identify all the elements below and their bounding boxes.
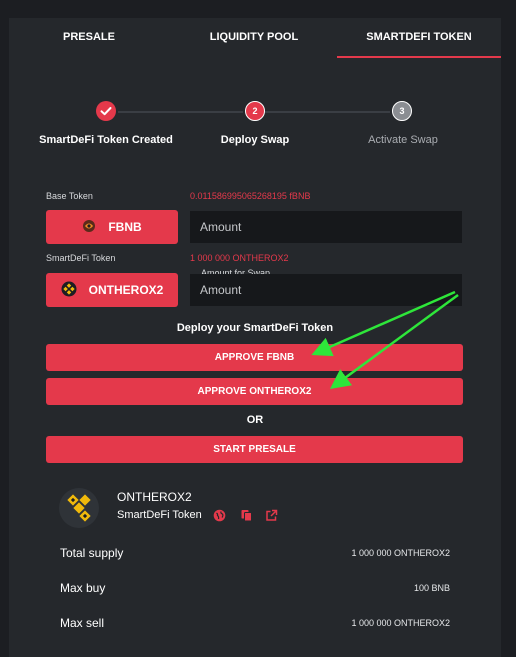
smartdefi-token-select-button[interactable]: ONTHEROX2 — [46, 273, 178, 307]
external-link-icon[interactable] — [265, 509, 278, 527]
base-token-select-button[interactable]: FBNB — [46, 210, 178, 244]
or-divider: OR — [246, 414, 264, 426]
step-label-created: SmartDeFi Token Created — [39, 134, 173, 146]
info-row-max-sell: Max sell 1 000 000 ONTHEROX2 — [60, 616, 450, 636]
step-connector — [265, 111, 390, 113]
tab-smartdefi-token[interactable]: SMARTDEFI TOKEN — [337, 18, 501, 58]
step-connector — [118, 111, 243, 113]
info-row-max-buy: Max buy 100 BNB — [60, 581, 450, 601]
token-name: ONTHEROX2 — [117, 490, 192, 504]
approve-ontherox2-button[interactable]: APPROVE ONTHEROX2 — [46, 378, 463, 405]
fbnb-token-icon — [82, 219, 96, 236]
info-row-total-supply: Total supply 1 000 000 ONTHEROX2 — [60, 546, 450, 566]
step-label-deploy: Deploy Swap — [220, 134, 290, 146]
smartdefi-token-balance: 1 000 000 ONTHEROX2 — [190, 253, 289, 263]
globe-icon[interactable] — [213, 509, 226, 527]
smartdefi-token-name: ONTHEROX2 — [88, 283, 164, 297]
info-value: 1 000 000 ONTHEROX2 — [351, 548, 450, 558]
step-number-3: 3 — [392, 101, 412, 121]
info-key: Max sell — [60, 616, 105, 630]
progress-stepper: 2 3 SmartDeFi Token Created Deploy Swap … — [9, 100, 501, 160]
start-presale-button[interactable]: START PRESALE — [46, 436, 463, 463]
base-token-name: FBNB — [108, 220, 142, 234]
smartdefi-amount-input[interactable] — [190, 274, 462, 306]
tab-bar: PRESALE LIQUIDITY POOL SMARTDEFI TOKEN — [9, 18, 501, 58]
step-label-activate: Activate Swap — [368, 134, 438, 146]
token-logo — [59, 488, 99, 528]
base-token-label: Base Token — [46, 191, 93, 201]
info-value: 100 BNB — [413, 583, 450, 593]
swap-panel: PRESALE LIQUIDITY POOL SMARTDEFI TOKEN 2… — [9, 18, 501, 657]
check-icon — [96, 101, 116, 121]
token-card: ONTHEROX2 SmartDeFi Token — [59, 488, 459, 528]
base-amount-input[interactable] — [190, 211, 462, 243]
info-value: 1 000 000 ONTHEROX2 — [351, 618, 450, 628]
copy-icon[interactable] — [240, 509, 253, 527]
tab-liquidity-pool[interactable]: LIQUIDITY POOL — [179, 18, 329, 58]
approve-fbnb-button[interactable]: APPROVE FBNB — [46, 344, 463, 371]
info-key: Max buy — [60, 581, 106, 595]
binance-token-icon — [61, 281, 77, 300]
step-number-2: 2 — [245, 101, 265, 121]
token-type: SmartDeFi Token — [117, 509, 202, 521]
smartdefi-token-label: SmartDeFi Token — [46, 253, 116, 263]
info-key: Total supply — [60, 546, 124, 560]
base-token-balance: 0.011586995065268195 fBNB — [190, 191, 311, 201]
tab-presale[interactable]: PRESALE — [19, 18, 159, 58]
deploy-title: Deploy your SmartDeFi Token — [176, 322, 334, 334]
